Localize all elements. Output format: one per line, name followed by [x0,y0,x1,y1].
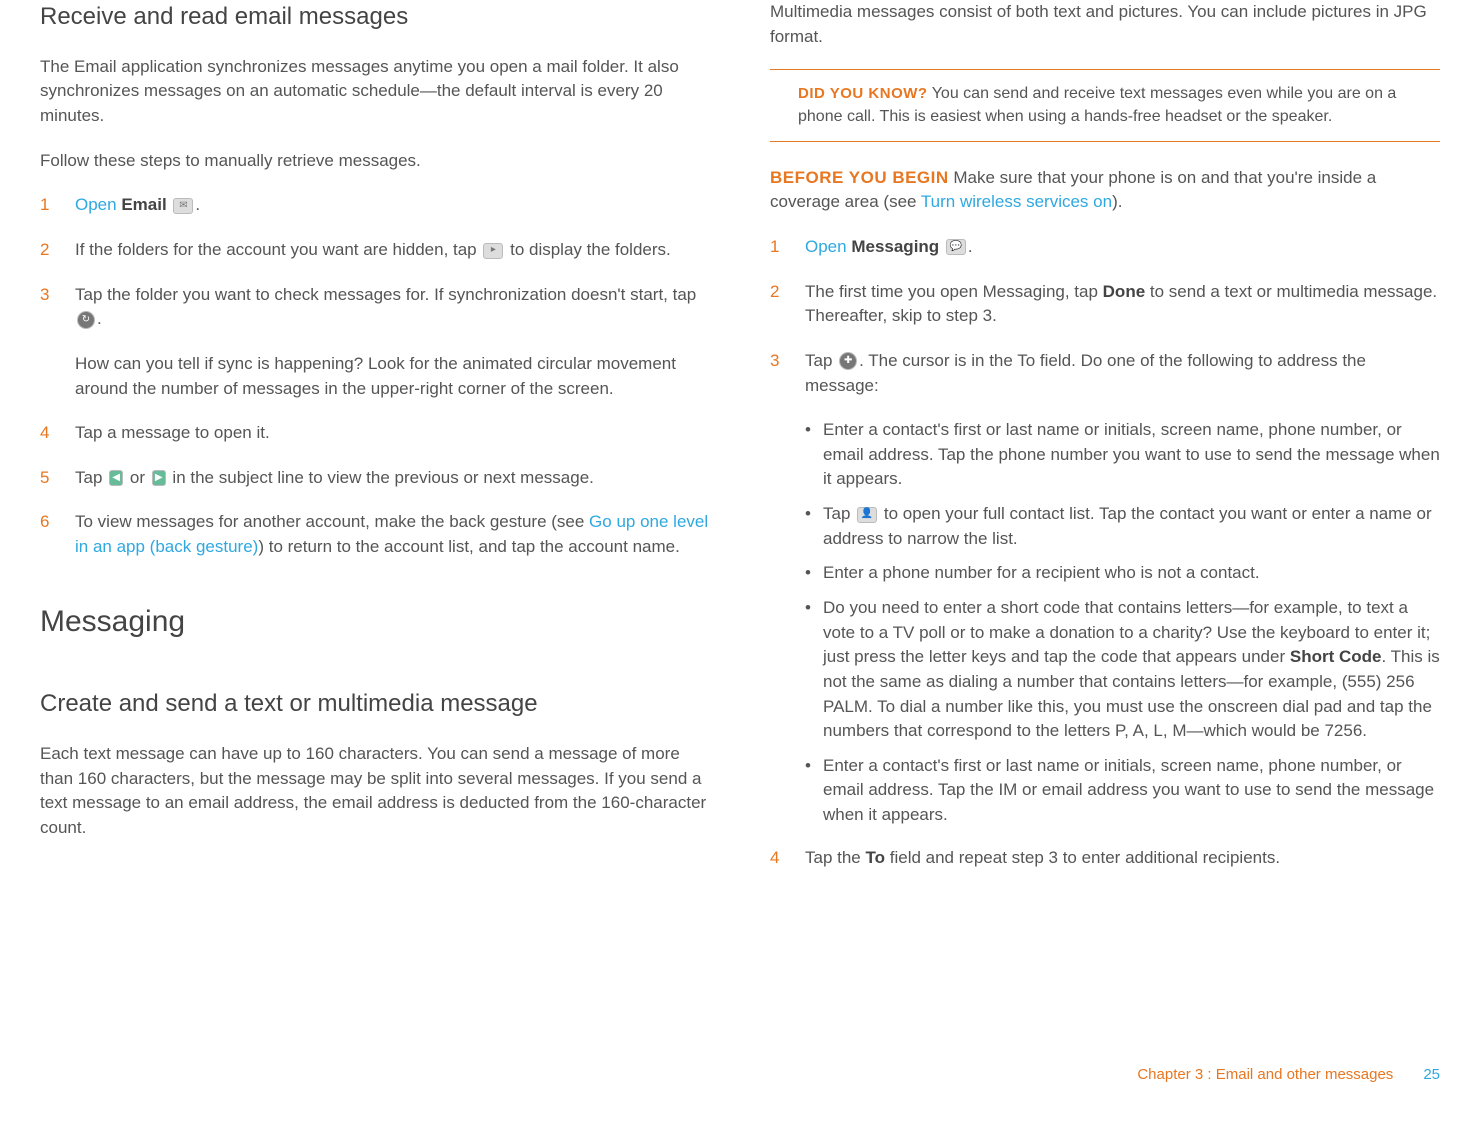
bullet-mark: • [805,596,823,744]
contacts-icon: 👤 [857,507,877,523]
footer-page-number: 25 [1423,1064,1440,1086]
new-message-icon: ✚ [839,352,857,370]
footer-chapter: Chapter 3 : Email and other messages [1137,1064,1393,1086]
email-icon: ✉ [173,198,193,214]
open-link: Open [805,237,847,256]
para-160-chars: Each text message can have up to 160 cha… [40,742,710,841]
bullet-item: • Tap 👤 to open your full contact list. … [805,502,1440,551]
step-3: 3 Tap the folder you want to check messa… [40,283,710,402]
bullet-mark: • [805,418,823,492]
right-column: Multimedia messages consist of both text… [770,0,1440,1050]
step-text: Tap a message to open it. [75,421,710,446]
bullet-list: • Enter a contact's first or last name o… [805,418,1440,828]
step-number: 3 [770,349,805,398]
bullet-mark: • [805,754,823,828]
step-text: Tap the folder you want to check message… [75,283,710,402]
heading-create-send: Create and send a text or multimedia mes… [40,687,710,722]
step-number: 4 [40,421,75,446]
step-text: Open Messaging 💬. [805,235,1440,260]
short-code-label: Short Code [1290,647,1382,666]
step-1: 1 Open Messaging 💬. [770,235,1440,260]
step-2: 2 If the folders for the account you wan… [40,238,710,263]
did-you-know-callout: did you know? You can send and receive t… [770,69,1440,141]
to-field-label: To [866,848,886,867]
step-2: 2 The first time you open Messaging, tap… [770,280,1440,329]
bullet-text: Tap 👤 to open your full contact list. Ta… [823,502,1440,551]
bullet-text: Enter a contact's first or last name or … [823,418,1440,492]
bullet-item: • Enter a contact's first or last name o… [805,754,1440,828]
step-number: 6 [40,510,75,559]
done-label: Done [1103,282,1146,301]
step-5: 5 Tap ◀ or ▶ in the subject line to view… [40,466,710,491]
app-name-email: Email [121,195,166,214]
messaging-icon: 💬 [946,239,966,255]
step-text: If the folders for the account you want … [75,238,710,263]
bullet-text: Do you need to enter a short code that c… [823,596,1440,744]
bullet-mark: • [805,502,823,551]
step-note: How can you tell if sync is happening? L… [75,352,710,401]
bullet-text: Enter a contact's first or last name or … [823,754,1440,828]
app-name-messaging: Messaging [851,237,939,256]
byb-label: BEFORE YOU BEGIN [770,168,949,187]
expand-folders-icon: ▸ [483,243,503,259]
dyk-label: did you know? [798,85,928,102]
step-text: The first time you open Messaging, tap D… [805,280,1440,329]
para-mms-intro: Multimedia messages consist of both text… [770,0,1440,49]
step-number: 2 [770,280,805,329]
wireless-link: Turn wireless services on [921,192,1112,211]
bullet-mark: • [805,561,823,586]
bullet-item: • Enter a phone number for a recipient w… [805,561,1440,586]
step-text: Tap ✚. The cursor is in the To field. Do… [805,349,1440,398]
heading-messaging: Messaging [40,600,710,644]
step-number: 2 [40,238,75,263]
step-number: 4 [770,846,805,871]
step-4: 4 Tap a message to open it. [40,421,710,446]
prev-arrow-icon: ◀ [109,470,123,486]
step-3: 3 Tap ✚. The cursor is in the To field. … [770,349,1440,398]
bullet-item: • Enter a contact's first or last name o… [805,418,1440,492]
step-number: 1 [40,193,75,218]
step-text: Open Email ✉. [75,193,710,218]
left-column: Receive and read email messages The Emai… [40,0,710,1050]
bullet-item: • Do you need to enter a short code that… [805,596,1440,744]
step-4: 4 Tap the To field and repeat step 3 to … [770,846,1440,871]
next-arrow-icon: ▶ [152,470,166,486]
heading-receive-read: Receive and read email messages [40,0,710,35]
open-link: Open [75,195,117,214]
para-sync-intro: The Email application synchronizes messa… [40,55,710,129]
step-1: 1 Open Email ✉. [40,193,710,218]
step-number: 1 [770,235,805,260]
step-text: To view messages for another account, ma… [75,510,710,559]
before-you-begin: BEFORE YOU BEGIN Make sure that your pho… [770,166,1440,215]
step-text: Tap ◀ or ▶ in the subject line to view t… [75,466,710,491]
step-number: 5 [40,466,75,491]
step-number: 3 [40,283,75,402]
para-follow-steps: Follow these steps to manually retrieve … [40,149,710,174]
bullet-text: Enter a phone number for a recipient who… [823,561,1260,586]
page-footer: Chapter 3 : Email and other messages 25 [40,1050,1440,1086]
step-6: 6 To view messages for another account, … [40,510,710,559]
sync-icon: ↻ [77,311,95,329]
step-text: Tap the To field and repeat step 3 to en… [805,846,1440,871]
